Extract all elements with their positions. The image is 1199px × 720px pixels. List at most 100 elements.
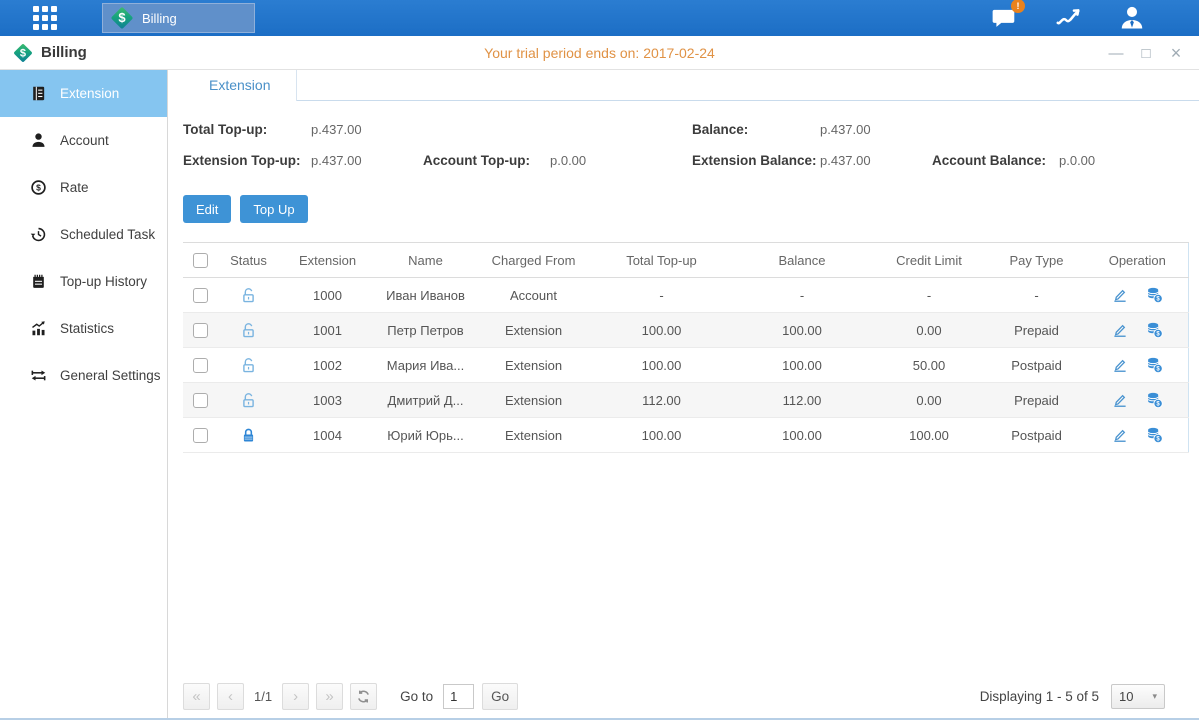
main-content: Extension Total Top-up: p.437.00 Balance… xyxy=(168,70,1199,718)
col-charged-from: Charged From xyxy=(476,243,591,278)
account-person-icon xyxy=(30,132,47,149)
goto-label: Go to xyxy=(400,689,433,704)
app-launcher-grid-icon[interactable] xyxy=(33,6,57,30)
window-titlebar: $ Billing Your trial period ends on: 201… xyxy=(0,36,1199,70)
edit-button[interactable]: Edit xyxy=(183,195,231,223)
maximize-icon[interactable]: □ xyxy=(1137,44,1155,62)
billing-title-icon: $ xyxy=(14,43,33,62)
table-row: 1001 Петр Петров Extension 100.00 100.00… xyxy=(183,313,1188,348)
total-topup-label: Total Top-up: xyxy=(183,122,311,137)
billing-app-icon: $ xyxy=(111,7,133,29)
extension-balance-value: p.437.00 xyxy=(820,153,932,168)
sidebar-item-extension[interactable]: Extension xyxy=(0,70,167,117)
table-row: 1002 Мария Ива... Extension 100.00 100.0… xyxy=(183,348,1188,383)
user-account-icon[interactable] xyxy=(1115,4,1149,32)
row-checkbox[interactable] xyxy=(193,358,208,373)
sidebar-item-statistics[interactable]: Statistics xyxy=(0,305,167,352)
page-size-dropdown[interactable]: 10 ▾ xyxy=(1111,684,1165,709)
svg-text:$: $ xyxy=(36,183,41,193)
row-checkbox[interactable] xyxy=(193,428,208,443)
edit-pencil-icon[interactable] xyxy=(1111,286,1129,304)
sidebar-item-account[interactable]: Account xyxy=(0,117,167,164)
refresh-button[interactable] xyxy=(350,683,377,710)
lock-closed-icon xyxy=(240,427,257,444)
sidebar-item-label: Statistics xyxy=(60,321,114,336)
sidebar-item-label: Scheduled Task xyxy=(60,227,155,242)
goto-page-input[interactable] xyxy=(443,684,474,709)
sidebar-item-scheduled-task[interactable]: Scheduled Task xyxy=(0,211,167,258)
account-topup-label: Account Top-up: xyxy=(423,153,550,168)
refresh-icon xyxy=(356,689,371,704)
go-button[interactable]: Go xyxy=(482,683,518,710)
lock-open-icon xyxy=(240,322,257,339)
sidebar-item-general-settings[interactable]: General Settings xyxy=(0,352,167,399)
extension-topup-value: p.437.00 xyxy=(311,153,423,168)
row-checkbox[interactable] xyxy=(193,323,208,338)
extension-topup-label: Extension Top-up: xyxy=(183,153,311,168)
statistics-chart-icon xyxy=(30,320,47,337)
tab-extension[interactable]: Extension xyxy=(183,70,297,101)
messages-icon[interactable]: ! xyxy=(987,4,1021,32)
general-settings-transfer-icon xyxy=(30,367,47,384)
col-balance: Balance xyxy=(732,243,872,278)
col-total-topup: Total Top-up xyxy=(591,243,732,278)
row-checkbox[interactable] xyxy=(193,393,208,408)
page-indicator: 1/1 xyxy=(254,689,272,704)
balance-label: Balance: xyxy=(692,122,820,137)
pagination-bar: « ‹ 1/1 › » Go to Go Displaying xyxy=(183,681,1165,711)
first-page-button[interactable]: « xyxy=(183,683,210,710)
page-size-value: 10 xyxy=(1119,689,1133,704)
top-up-coins-icon[interactable]: $ xyxy=(1145,321,1164,339)
table-row: 1003 Дмитрий Д... Extension 112.00 112.0… xyxy=(183,383,1188,418)
extension-ledger-icon xyxy=(30,85,47,102)
col-credit-limit: Credit Limit xyxy=(872,243,986,278)
sidebar-item-label: Account xyxy=(60,133,109,148)
select-all-checkbox[interactable] xyxy=(193,253,208,268)
top-up-coins-icon[interactable]: $ xyxy=(1145,286,1164,304)
action-buttons: Edit Top Up xyxy=(183,195,1199,223)
minimize-icon[interactable]: — xyxy=(1107,44,1125,62)
edit-pencil-icon[interactable] xyxy=(1111,321,1129,339)
sidebar-item-topup-history[interactable]: Top-up History xyxy=(0,258,167,305)
extension-balance-label: Extension Balance: xyxy=(692,153,820,168)
scheduled-task-clock-icon xyxy=(30,226,47,243)
sidebar-item-rate[interactable]: $ Rate xyxy=(0,164,167,211)
topup-history-notepad-icon xyxy=(30,273,47,290)
next-page-button[interactable]: › xyxy=(282,683,309,710)
last-page-button[interactable]: » xyxy=(316,683,343,710)
lock-open-icon xyxy=(240,392,257,409)
account-topup-value: p.0.00 xyxy=(550,153,586,168)
col-name: Name xyxy=(375,243,476,278)
prev-page-button[interactable]: ‹ xyxy=(217,683,244,710)
statistics-monitor-icon[interactable] xyxy=(1051,4,1085,32)
account-balance-label: Account Balance: xyxy=(932,153,1059,168)
top-up-button[interactable]: Top Up xyxy=(240,195,307,223)
displaying-status: Displaying 1 - 5 of 5 xyxy=(980,689,1099,704)
top-up-coins-icon[interactable]: $ xyxy=(1145,356,1164,374)
account-balance-value: p.0.00 xyxy=(1059,153,1095,168)
close-icon[interactable]: × xyxy=(1167,44,1185,62)
window-controls: — □ × xyxy=(1107,36,1185,70)
sidebar-item-label: General Settings xyxy=(60,368,161,383)
total-topup-value: p.437.00 xyxy=(311,122,423,137)
notification-badge: ! xyxy=(1011,0,1025,13)
os-topbar: $ Billing ! xyxy=(0,0,1199,36)
edit-pencil-icon[interactable] xyxy=(1111,426,1129,444)
edit-pencil-icon[interactable] xyxy=(1111,391,1129,409)
sidebar-item-label: Rate xyxy=(60,180,89,195)
top-up-coins-icon[interactable]: $ xyxy=(1145,426,1164,444)
lock-open-icon xyxy=(240,357,257,374)
row-checkbox[interactable] xyxy=(193,288,208,303)
taskbar-tab-billing[interactable]: $ Billing xyxy=(102,3,255,33)
lock-open-icon xyxy=(240,287,257,304)
edit-pencil-icon[interactable] xyxy=(1111,356,1129,374)
trial-period-notice: Your trial period ends on: 2017-02-24 xyxy=(484,45,715,61)
window-title: Billing xyxy=(41,44,87,61)
top-up-coins-icon[interactable]: $ xyxy=(1145,391,1164,409)
window-app-title: $ Billing xyxy=(12,42,87,64)
taskbar-tab-label: Billing xyxy=(142,11,177,26)
col-status: Status xyxy=(217,243,280,278)
table-row: 1004 Юрий Юрь... Extension 100.00 100.00… xyxy=(183,418,1188,453)
table-row: 1000 Иван Иванов Account - - - - xyxy=(183,278,1188,313)
line-chart-icon xyxy=(1052,5,1084,31)
